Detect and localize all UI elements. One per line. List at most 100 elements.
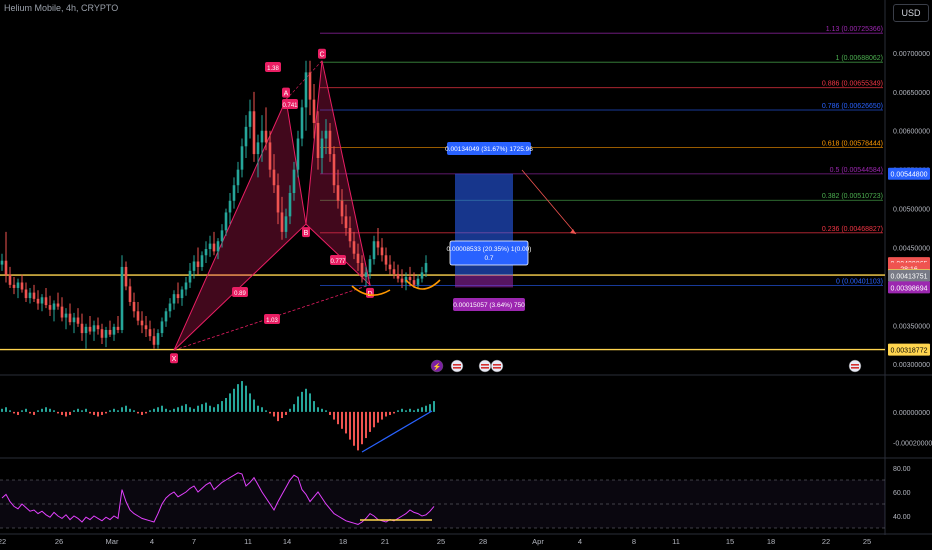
candle-body (168, 303, 172, 312)
lightning-glyph: ⚡ (433, 362, 442, 371)
candle-body (208, 243, 212, 250)
fib-layer: 1.13 (0.00725366) 1 (0.00688062) 0.886 (0.… (320, 26, 883, 286)
macd-bar (121, 407, 123, 412)
fib-level-label: 0.618 (0.00578444) (822, 141, 883, 148)
macd-bar (209, 405, 211, 412)
candle-body (244, 126, 248, 147)
macd-bar (309, 393, 311, 412)
macd-bar (137, 411, 139, 414)
fib-level-label: 1.13 (0.00725366) (826, 26, 883, 33)
macd-bar (157, 407, 159, 412)
candle-body (256, 142, 260, 155)
candle-body (104, 329, 108, 338)
candle-body (360, 263, 364, 278)
macd-bar (9, 410, 11, 412)
macd-bar (149, 410, 151, 412)
time-tick-label: 18 (767, 537, 775, 546)
price-tick-label: 0.00500000 (893, 207, 930, 214)
macd-bar (165, 408, 167, 412)
macd-bar (181, 405, 183, 412)
macd-bar (101, 411, 103, 415)
macd-bar (113, 408, 115, 412)
candle-body (172, 294, 176, 304)
candle-body (272, 169, 276, 186)
candle-body (288, 193, 292, 217)
macd-bar (93, 411, 95, 415)
macd-bar (381, 411, 383, 420)
macd-bar (85, 408, 87, 412)
event-icons[interactable]: ⚡ (430, 359, 862, 373)
macd-bar (189, 407, 191, 412)
us-flag-event-icon[interactable] (478, 359, 492, 373)
candle-body (116, 326, 120, 330)
price-tick-label: 0.00300000 (893, 362, 930, 369)
macd-bar (329, 411, 331, 415)
candle-body (40, 297, 44, 304)
time-tick-label: 11 (244, 537, 252, 546)
macd-tick-label: -0.00020000 (893, 441, 932, 448)
macd-bar (337, 411, 339, 425)
price-tag[interactable]: 0.00544800 (888, 167, 930, 180)
macd-bar (353, 411, 355, 446)
macd-bar (25, 408, 27, 412)
price-tag[interactable]: 0.00318772 (888, 343, 930, 356)
flag-stripe (453, 367, 461, 369)
macd-bar (409, 408, 411, 412)
candle-body (400, 278, 404, 283)
time-tick-label: 25 (437, 537, 445, 546)
candle-body (64, 313, 68, 318)
candle-body (148, 329, 152, 337)
candle-body (376, 241, 380, 248)
time-tick-label: 18 (339, 537, 347, 546)
price-tag[interactable]: 0.00398694 (888, 281, 930, 294)
macd-bar (185, 404, 187, 412)
candle-body (112, 326, 116, 335)
harmonic-pattern[interactable]: XABCD1.030.890.7771.380.741 (170, 48, 374, 364)
macd-bar (21, 410, 23, 412)
candle-body (68, 313, 72, 323)
macd-bar (405, 410, 407, 412)
fib-level-label: 0.786 (0.00626650) (822, 103, 883, 110)
candle-body (276, 185, 280, 213)
price-tag[interactable]: 0.00413751 (888, 269, 930, 282)
price-axis[interactable]: 0.007000000.006500000.006000000.00550000… (888, 51, 932, 521)
macd-bar (253, 399, 255, 412)
time-tick-label: 11 (672, 537, 680, 546)
macd-bar (321, 408, 323, 412)
us-flag-event-icon[interactable] (490, 359, 504, 373)
macd-bar (281, 411, 283, 419)
macd-bar (125, 405, 127, 412)
flag-stripe (481, 364, 489, 366)
macd-bar (73, 410, 75, 412)
macd-bar (385, 411, 387, 417)
time-axis[interactable]: 22 26 Mar 4 7 11 14 18 21 25 28 Apr 4 8 11 15 18 22 25 (0, 537, 871, 546)
candle-body (260, 130, 264, 143)
macd-bar (53, 410, 55, 412)
us-flag-event-icon[interactable] (450, 359, 464, 373)
candle-body (324, 130, 328, 139)
candle-body (384, 255, 388, 265)
candle-body (296, 138, 300, 170)
macd-bar (141, 411, 143, 415)
flag-stripe (481, 367, 489, 369)
us-flag-event-icon[interactable] (848, 359, 862, 373)
candle-body (268, 142, 272, 170)
candle-body (156, 333, 160, 345)
macd-bar (393, 411, 395, 414)
macd-bar (97, 411, 99, 417)
currency-button[interactable]: USD (893, 4, 929, 22)
macd-bar (229, 393, 231, 412)
macd-bar (57, 411, 59, 414)
pattern-point-label: B (304, 230, 309, 237)
candle-body (240, 146, 244, 170)
macd-bar (29, 411, 31, 414)
candle-body (56, 303, 60, 307)
flag-stripe (851, 364, 859, 366)
entry-sub-label: 0.7 (484, 255, 493, 262)
candle-body (152, 336, 156, 345)
candle-body (200, 255, 204, 267)
macd-trendline (361, 410, 433, 453)
pattern-ac-line (285, 60, 323, 100)
price-tick-label: 0.00650000 (893, 90, 930, 97)
chart-canvas[interactable]: 1.13 (0.00725366) 1 (0.00688062) 0.886 (0.… (0, 0, 932, 550)
